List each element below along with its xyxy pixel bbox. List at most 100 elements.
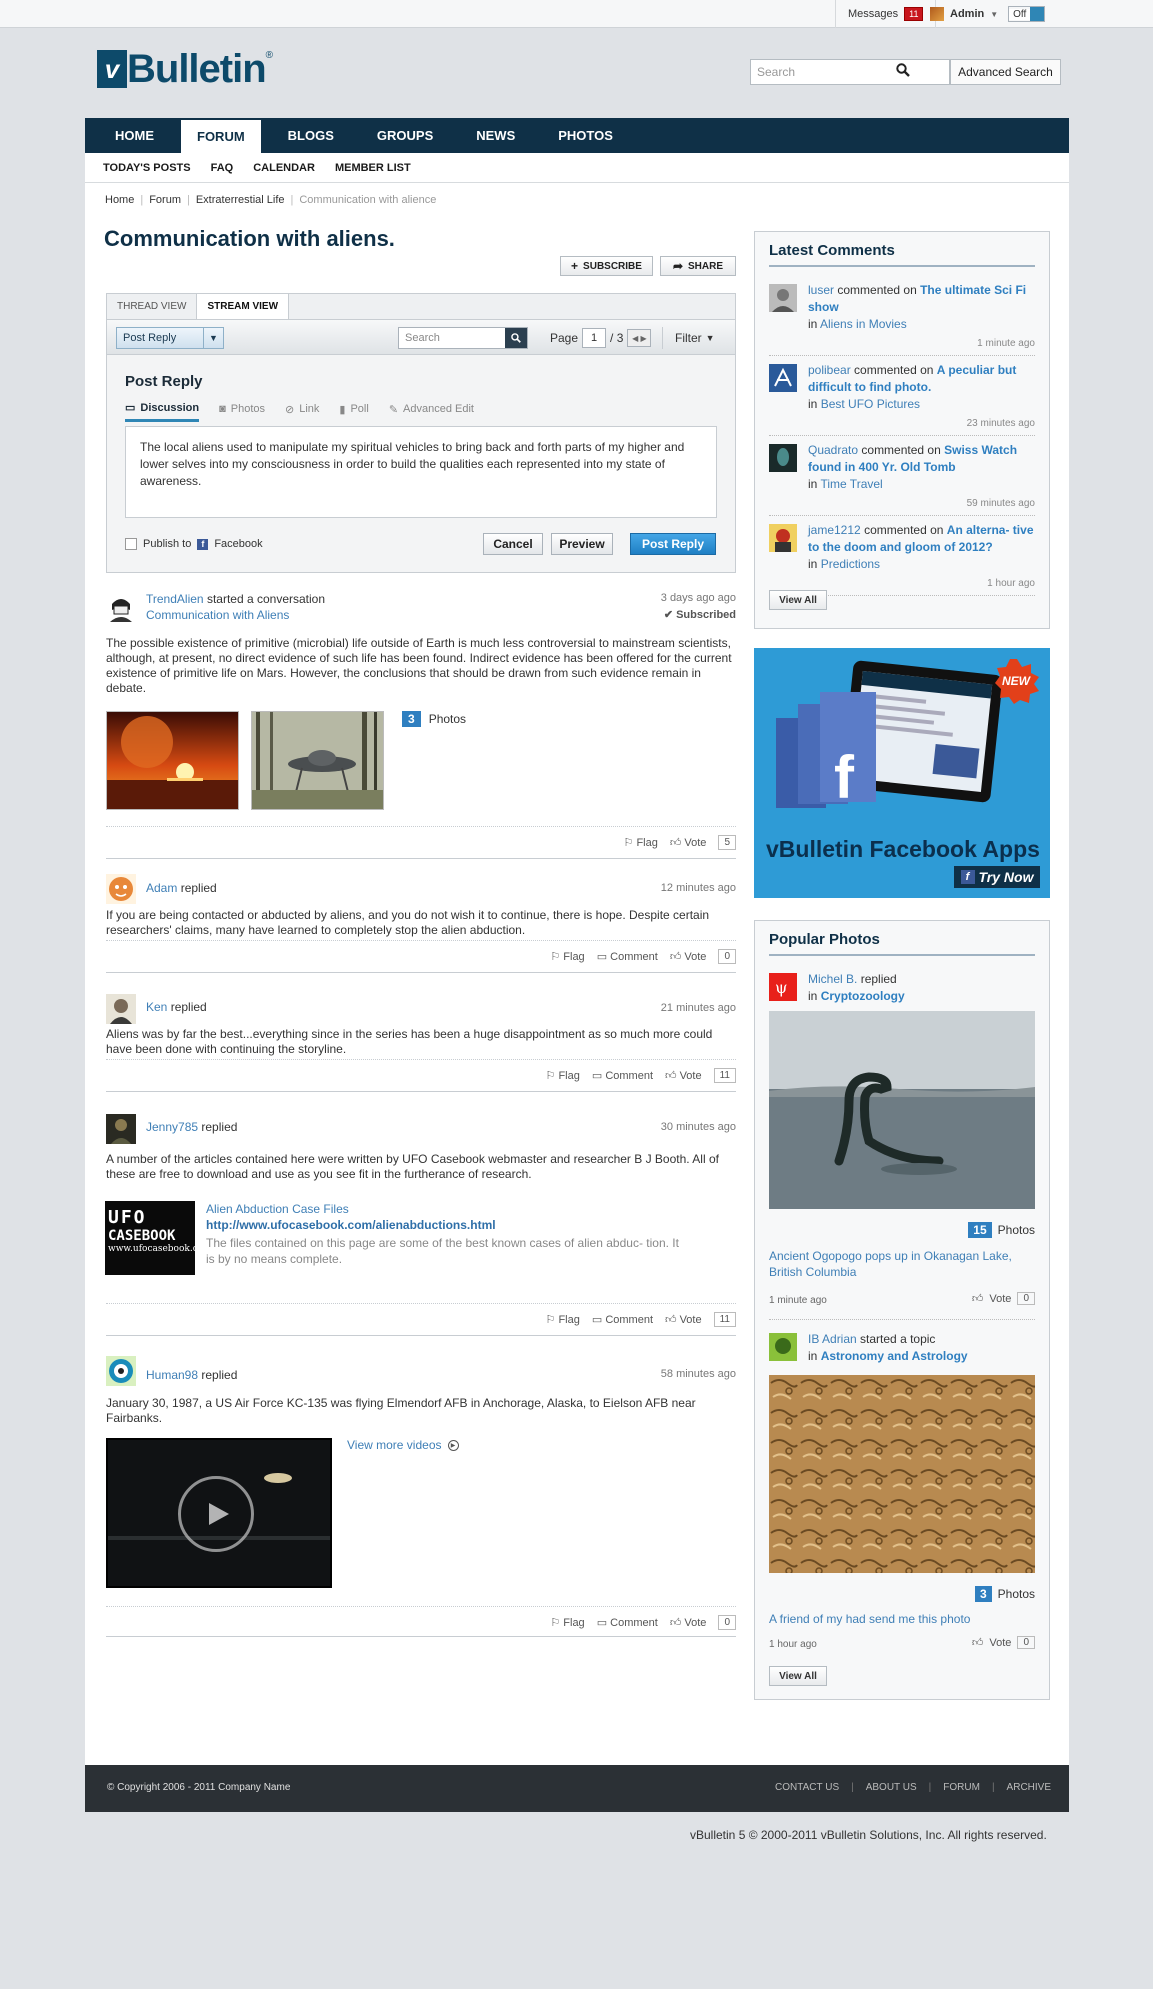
footer-link-forum[interactable]: FORUM xyxy=(943,1782,980,1793)
footer-link-archive[interactable]: ARCHIVE xyxy=(1007,1782,1051,1793)
photo-caption[interactable]: A friend of my had send me this photo xyxy=(769,1612,1035,1626)
view-all-button[interactable]: View All xyxy=(769,590,827,610)
comment-button[interactable]: ▭ Comment xyxy=(592,1069,653,1082)
avatar[interactable] xyxy=(106,994,136,1024)
subnav-calendar[interactable]: CALENDAR xyxy=(253,162,315,174)
video-player[interactable] xyxy=(106,1438,332,1588)
share-button[interactable]: ➦ SHARE xyxy=(660,256,736,276)
vote-button[interactable]: 👍︎ Vote xyxy=(670,950,707,963)
publish-checkbox[interactable] xyxy=(125,538,137,550)
vote-button[interactable]: 👍︎ Vote 0 xyxy=(972,1636,1035,1649)
status-toggle[interactable]: Off xyxy=(1008,6,1046,22)
link-title[interactable]: Alien Abduction Case Files xyxy=(206,1202,349,1216)
comment-author[interactable]: Quadrato xyxy=(808,443,858,457)
avatar[interactable] xyxy=(106,592,136,622)
site-logo[interactable]: v Bulletin ® xyxy=(97,46,273,92)
avatar[interactable] xyxy=(769,1333,797,1361)
tab-news[interactable]: NEWS xyxy=(460,118,531,153)
flag-button[interactable]: ⚐ Flag xyxy=(550,1616,584,1629)
try-now-button[interactable]: f Try Now xyxy=(954,866,1040,888)
subscribe-button[interactable]: + SUBSCRIBE xyxy=(560,256,653,276)
chevron-down-icon[interactable]: ▼ xyxy=(203,328,223,348)
flag-button[interactable]: ⚐ Flag xyxy=(546,1313,580,1326)
avatar[interactable] xyxy=(106,1356,136,1386)
search-icon[interactable] xyxy=(505,328,527,348)
footer-link-contact[interactable]: CONTACT US xyxy=(775,1782,839,1793)
photo-caption[interactable]: Ancient Ogopogo pops up in Okanagan Lake… xyxy=(769,1248,1035,1280)
comment-button[interactable]: ▭ Comment xyxy=(597,950,658,963)
facebook-apps-ad[interactable]: f NEW vBulletin Facebook Apps f Try Now xyxy=(754,648,1050,898)
tab-thread-view[interactable]: THREAD VIEW xyxy=(107,294,198,319)
photo-thumbnail[interactable] xyxy=(251,711,384,810)
breadcrumb-forum[interactable]: Forum xyxy=(149,194,181,206)
preview-button[interactable]: Preview xyxy=(551,533,613,555)
thread-search-input[interactable]: Search xyxy=(398,327,528,349)
lake-monster-photo[interactable] xyxy=(769,1011,1035,1209)
post-author[interactable]: Ken xyxy=(146,1000,167,1014)
tab-blogs[interactable]: BLOGS xyxy=(272,118,350,153)
page-number-input[interactable]: 1 xyxy=(582,328,607,348)
subnav-todays-posts[interactable]: TODAY'S POSTS xyxy=(103,162,191,174)
tab-photos[interactable]: PHOTOS xyxy=(542,118,629,153)
tab-stream-view[interactable]: STREAM VIEW xyxy=(197,294,290,319)
post-author[interactable]: Jenny785 xyxy=(146,1120,198,1134)
photo-author[interactable]: IB Adrian xyxy=(808,1332,857,1346)
tab-discussion[interactable]: ▭ Discussion xyxy=(125,401,200,422)
comment-forum[interactable]: Predictions xyxy=(821,557,880,571)
advanced-search-button[interactable]: Advanced Search xyxy=(950,59,1061,85)
tab-photos[interactable]: ◙ Photos xyxy=(219,401,265,422)
publish-facebook-option[interactable]: Publish to f Facebook xyxy=(125,538,263,550)
flag-button[interactable]: ⚐ Flag xyxy=(550,950,584,963)
breadcrumb-home[interactable]: Home xyxy=(105,194,134,206)
tab-home[interactable]: HOME xyxy=(99,118,170,153)
avatar[interactable] xyxy=(769,524,797,552)
tab-advanced-edit[interactable]: ✎ Advanced Edit xyxy=(389,401,474,422)
comment-forum[interactable]: Aliens in Movies xyxy=(820,317,907,331)
comment-button[interactable]: ▭ Comment xyxy=(597,1616,658,1629)
page-arrows[interactable]: ◀ ▶ xyxy=(627,329,652,347)
post-thread-link[interactable]: Communication with Aliens xyxy=(146,608,289,622)
photo-author[interactable]: Michel B. xyxy=(808,972,857,986)
more-videos-link[interactable]: View more videos ▶ xyxy=(347,1438,459,1452)
user-menu[interactable]: Admin ▼ Off xyxy=(930,0,1046,28)
comment-forum[interactable]: Time Travel xyxy=(820,477,882,491)
comment-author[interactable]: polibear xyxy=(808,363,851,377)
comment-author[interactable]: jame1212 xyxy=(808,523,861,537)
reply-textarea[interactable]: The local aliens used to manipulate my s… xyxy=(125,426,717,518)
search-input[interactable]: Search xyxy=(750,59,950,85)
messages-link[interactable]: Messages 11 xyxy=(835,0,937,28)
link-thumbnail[interactable]: UFO CASEBOOK www.ufocasebook.com xyxy=(105,1201,195,1275)
avatar[interactable] xyxy=(769,284,797,312)
tab-link[interactable]: ⊘ Link xyxy=(285,401,319,422)
search-icon[interactable] xyxy=(850,63,949,81)
post-author[interactable]: Adam xyxy=(146,881,177,895)
vote-button[interactable]: 👍︎ Vote xyxy=(665,1069,702,1082)
vote-button[interactable]: 👍︎ Vote 0 xyxy=(972,1292,1035,1305)
play-icon[interactable] xyxy=(178,1476,254,1552)
vote-button[interactable]: 👍︎ Vote xyxy=(670,1616,707,1629)
comment-author[interactable]: luser xyxy=(808,283,834,297)
photo-forum[interactable]: Astronomy and Astrology xyxy=(821,1349,968,1363)
avatar[interactable] xyxy=(106,874,136,904)
view-all-button[interactable]: View All xyxy=(769,1666,827,1686)
textured-rock-photo[interactable] xyxy=(769,1375,1035,1573)
cancel-button[interactable]: Cancel xyxy=(483,533,543,555)
flag-button[interactable]: ⚐ Flag xyxy=(546,1069,580,1082)
photo-thumbnail[interactable] xyxy=(106,711,239,810)
photo-count[interactable]: 3 Photos xyxy=(974,1586,1035,1602)
subnav-faq[interactable]: FAQ xyxy=(211,162,234,174)
post-reply-dropdown[interactable]: Post Reply ▼ xyxy=(116,327,224,349)
avatar[interactable]: ψ xyxy=(769,973,797,1001)
avatar[interactable] xyxy=(769,444,797,472)
comment-forum[interactable]: Best UFO Pictures xyxy=(821,397,920,411)
post-author[interactable]: TrendAlien xyxy=(146,592,204,606)
photo-count[interactable]: 15 Photos xyxy=(968,1222,1035,1238)
comment-button[interactable]: ▭ Comment xyxy=(592,1313,653,1326)
post-reply-button[interactable]: Post Reply xyxy=(630,533,716,555)
flag-button[interactable]: ⚐ Flag xyxy=(624,836,658,849)
avatar[interactable] xyxy=(769,364,797,392)
link-url[interactable]: http://www.ufocasebook.com/alienabductio… xyxy=(206,1218,496,1232)
tab-forum[interactable]: FORUM xyxy=(181,120,261,153)
subnav-member-list[interactable]: MEMBER LIST xyxy=(335,162,411,174)
tab-groups[interactable]: GROUPS xyxy=(361,118,449,153)
